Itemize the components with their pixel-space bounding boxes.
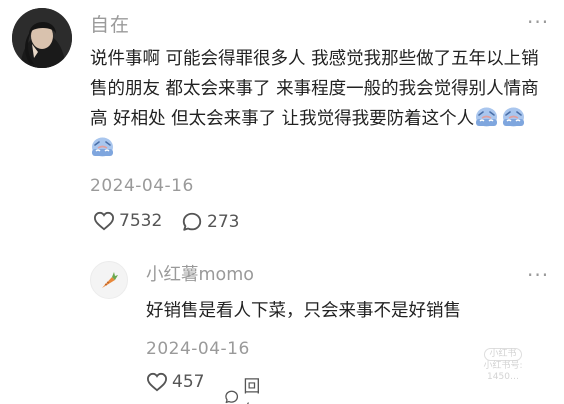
username[interactable]: 自在 bbox=[90, 10, 130, 37]
comment-thread: 自在 ··· 说件事啊 可能会得罪很多人 我感觉我那些做了五年以上销售的朋友 都… bbox=[0, 0, 564, 404]
comment-date: 2024-04-16 bbox=[90, 176, 194, 196]
comment-button[interactable]: 273 bbox=[181, 211, 239, 233]
watermark-logo: 小红书 bbox=[484, 348, 522, 361]
heart-icon bbox=[93, 211, 115, 231]
facepalm-emoji bbox=[92, 137, 113, 157]
facepalm-emoji bbox=[476, 107, 498, 127]
avatar[interactable] bbox=[12, 8, 72, 68]
like-count: 7532 bbox=[119, 211, 163, 231]
watermark-id: 小红书号: 1450… bbox=[483, 361, 523, 382]
heart-icon bbox=[146, 372, 168, 392]
carrot-icon bbox=[102, 272, 118, 288]
reply-like-count: 457 bbox=[172, 372, 205, 392]
reply-date: 2024-04-16 bbox=[146, 339, 250, 359]
like-button[interactable]: 7532 bbox=[93, 211, 162, 231]
comment-count: 273 bbox=[207, 212, 240, 232]
comment-icon bbox=[225, 390, 239, 404]
watermark: 小红书 小红书号: 1450… bbox=[474, 348, 532, 383]
reply-username[interactable]: 小红薯momo bbox=[146, 261, 254, 286]
comment-text: 说件事啊 可能会得罪很多人 我感觉我那些做了五年以上销售的朋友 都太会来事了 来… bbox=[90, 44, 554, 164]
reply-text: 好销售是看人下菜，只会来事不是好销售 bbox=[146, 301, 461, 321]
comment-icon bbox=[182, 212, 202, 231]
reply-avatar[interactable] bbox=[90, 261, 128, 299]
reply-button[interactable]: 回复 bbox=[224, 372, 267, 404]
more-icon[interactable]: ··· bbox=[527, 12, 549, 32]
reply-more-icon[interactable]: ··· bbox=[527, 265, 549, 285]
reply-label: 回复 bbox=[243, 377, 261, 404]
comment-body: 说件事啊 可能会得罪很多人 我感觉我那些做了五年以上销售的朋友 都太会来事了 来… bbox=[90, 49, 539, 129]
reply-like-button[interactable]: 457 bbox=[146, 372, 204, 392]
facepalm-emoji bbox=[503, 107, 525, 127]
